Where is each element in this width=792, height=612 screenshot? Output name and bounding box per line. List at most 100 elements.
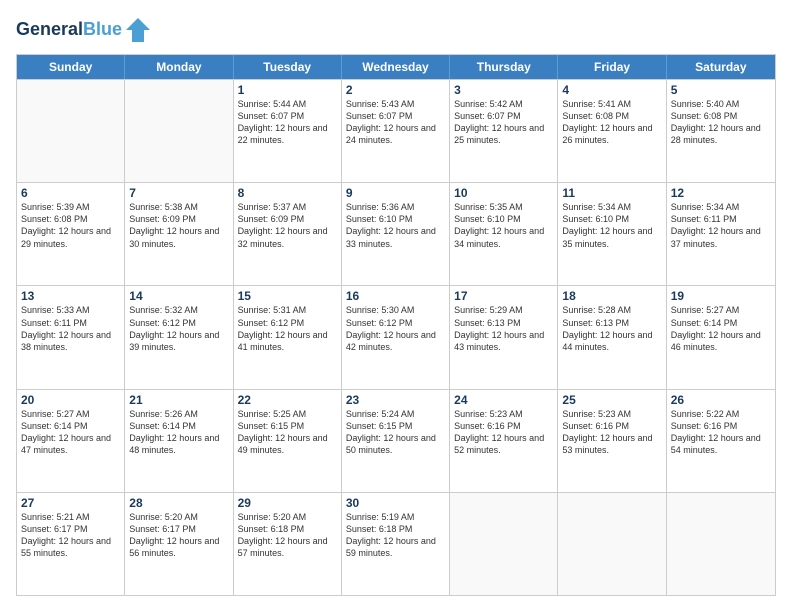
day-number: 18 — [562, 289, 661, 303]
day-number: 20 — [21, 393, 120, 407]
day-number: 19 — [671, 289, 771, 303]
logo-text: GeneralBlue — [16, 20, 122, 40]
day-number: 6 — [21, 186, 120, 200]
calendar-cell — [667, 493, 775, 595]
day-number: 13 — [21, 289, 120, 303]
day-info: Sunrise: 5:35 AM Sunset: 6:10 PM Dayligh… — [454, 201, 553, 250]
calendar-cell: 21Sunrise: 5:26 AM Sunset: 6:14 PM Dayli… — [125, 390, 233, 492]
day-number: 23 — [346, 393, 445, 407]
calendar-cell: 14Sunrise: 5:32 AM Sunset: 6:12 PM Dayli… — [125, 286, 233, 388]
day-info: Sunrise: 5:34 AM Sunset: 6:11 PM Dayligh… — [671, 201, 771, 250]
calendar-cell — [17, 80, 125, 182]
day-info: Sunrise: 5:38 AM Sunset: 6:09 PM Dayligh… — [129, 201, 228, 250]
calendar-cell: 22Sunrise: 5:25 AM Sunset: 6:15 PM Dayli… — [234, 390, 342, 492]
calendar-cell: 1Sunrise: 5:44 AM Sunset: 6:07 PM Daylig… — [234, 80, 342, 182]
day-number: 25 — [562, 393, 661, 407]
day-number: 27 — [21, 496, 120, 510]
day-info: Sunrise: 5:22 AM Sunset: 6:16 PM Dayligh… — [671, 408, 771, 457]
day-info: Sunrise: 5:33 AM Sunset: 6:11 PM Dayligh… — [21, 304, 120, 353]
day-number: 26 — [671, 393, 771, 407]
logo: GeneralBlue — [16, 16, 152, 44]
day-number: 17 — [454, 289, 553, 303]
calendar-cell: 29Sunrise: 5:20 AM Sunset: 6:18 PM Dayli… — [234, 493, 342, 595]
day-info: Sunrise: 5:26 AM Sunset: 6:14 PM Dayligh… — [129, 408, 228, 457]
calendar-cell: 4Sunrise: 5:41 AM Sunset: 6:08 PM Daylig… — [558, 80, 666, 182]
day-number: 3 — [454, 83, 553, 97]
day-info: Sunrise: 5:20 AM Sunset: 6:18 PM Dayligh… — [238, 511, 337, 560]
header-day-friday: Friday — [558, 55, 666, 79]
calendar-cell: 16Sunrise: 5:30 AM Sunset: 6:12 PM Dayli… — [342, 286, 450, 388]
day-info: Sunrise: 5:27 AM Sunset: 6:14 PM Dayligh… — [21, 408, 120, 457]
calendar-cell: 12Sunrise: 5:34 AM Sunset: 6:11 PM Dayli… — [667, 183, 775, 285]
header-day-thursday: Thursday — [450, 55, 558, 79]
calendar-cell: 28Sunrise: 5:20 AM Sunset: 6:17 PM Dayli… — [125, 493, 233, 595]
calendar-week-1: 6Sunrise: 5:39 AM Sunset: 6:08 PM Daylig… — [17, 182, 775, 285]
day-number: 2 — [346, 83, 445, 97]
calendar-body: 1Sunrise: 5:44 AM Sunset: 6:07 PM Daylig… — [17, 79, 775, 595]
calendar-cell — [125, 80, 233, 182]
calendar-cell — [558, 493, 666, 595]
day-number: 24 — [454, 393, 553, 407]
day-info: Sunrise: 5:28 AM Sunset: 6:13 PM Dayligh… — [562, 304, 661, 353]
day-info: Sunrise: 5:37 AM Sunset: 6:09 PM Dayligh… — [238, 201, 337, 250]
calendar: SundayMondayTuesdayWednesdayThursdayFrid… — [16, 54, 776, 596]
calendar-cell: 10Sunrise: 5:35 AM Sunset: 6:10 PM Dayli… — [450, 183, 558, 285]
header: GeneralBlue — [16, 16, 776, 44]
calendar-cell: 8Sunrise: 5:37 AM Sunset: 6:09 PM Daylig… — [234, 183, 342, 285]
day-number: 8 — [238, 186, 337, 200]
day-number: 10 — [454, 186, 553, 200]
day-info: Sunrise: 5:31 AM Sunset: 6:12 PM Dayligh… — [238, 304, 337, 353]
calendar-cell: 18Sunrise: 5:28 AM Sunset: 6:13 PM Dayli… — [558, 286, 666, 388]
day-info: Sunrise: 5:39 AM Sunset: 6:08 PM Dayligh… — [21, 201, 120, 250]
calendar-cell: 24Sunrise: 5:23 AM Sunset: 6:16 PM Dayli… — [450, 390, 558, 492]
header-day-wednesday: Wednesday — [342, 55, 450, 79]
calendar-cell: 19Sunrise: 5:27 AM Sunset: 6:14 PM Dayli… — [667, 286, 775, 388]
header-day-monday: Monday — [125, 55, 233, 79]
day-info: Sunrise: 5:29 AM Sunset: 6:13 PM Dayligh… — [454, 304, 553, 353]
day-info: Sunrise: 5:23 AM Sunset: 6:16 PM Dayligh… — [562, 408, 661, 457]
day-info: Sunrise: 5:23 AM Sunset: 6:16 PM Dayligh… — [454, 408, 553, 457]
header-day-sunday: Sunday — [17, 55, 125, 79]
day-info: Sunrise: 5:40 AM Sunset: 6:08 PM Dayligh… — [671, 98, 771, 147]
calendar-week-2: 13Sunrise: 5:33 AM Sunset: 6:11 PM Dayli… — [17, 285, 775, 388]
day-number: 7 — [129, 186, 228, 200]
day-number: 1 — [238, 83, 337, 97]
day-info: Sunrise: 5:32 AM Sunset: 6:12 PM Dayligh… — [129, 304, 228, 353]
day-info: Sunrise: 5:21 AM Sunset: 6:17 PM Dayligh… — [21, 511, 120, 560]
day-number: 21 — [129, 393, 228, 407]
day-number: 30 — [346, 496, 445, 510]
calendar-cell: 2Sunrise: 5:43 AM Sunset: 6:07 PM Daylig… — [342, 80, 450, 182]
day-number: 9 — [346, 186, 445, 200]
day-info: Sunrise: 5:44 AM Sunset: 6:07 PM Dayligh… — [238, 98, 337, 147]
calendar-cell: 3Sunrise: 5:42 AM Sunset: 6:07 PM Daylig… — [450, 80, 558, 182]
day-info: Sunrise: 5:42 AM Sunset: 6:07 PM Dayligh… — [454, 98, 553, 147]
day-info: Sunrise: 5:27 AM Sunset: 6:14 PM Dayligh… — [671, 304, 771, 353]
calendar-cell: 17Sunrise: 5:29 AM Sunset: 6:13 PM Dayli… — [450, 286, 558, 388]
day-info: Sunrise: 5:41 AM Sunset: 6:08 PM Dayligh… — [562, 98, 661, 147]
calendar-cell — [450, 493, 558, 595]
day-number: 22 — [238, 393, 337, 407]
day-info: Sunrise: 5:43 AM Sunset: 6:07 PM Dayligh… — [346, 98, 445, 147]
day-number: 4 — [562, 83, 661, 97]
day-number: 29 — [238, 496, 337, 510]
day-info: Sunrise: 5:36 AM Sunset: 6:10 PM Dayligh… — [346, 201, 445, 250]
day-info: Sunrise: 5:25 AM Sunset: 6:15 PM Dayligh… — [238, 408, 337, 457]
day-info: Sunrise: 5:20 AM Sunset: 6:17 PM Dayligh… — [129, 511, 228, 560]
calendar-cell: 6Sunrise: 5:39 AM Sunset: 6:08 PM Daylig… — [17, 183, 125, 285]
calendar-week-4: 27Sunrise: 5:21 AM Sunset: 6:17 PM Dayli… — [17, 492, 775, 595]
calendar-cell: 11Sunrise: 5:34 AM Sunset: 6:10 PM Dayli… — [558, 183, 666, 285]
calendar-cell: 7Sunrise: 5:38 AM Sunset: 6:09 PM Daylig… — [125, 183, 233, 285]
page: GeneralBlue SundayMondayTuesdayWednesday… — [0, 0, 792, 612]
day-info: Sunrise: 5:30 AM Sunset: 6:12 PM Dayligh… — [346, 304, 445, 353]
calendar-cell: 26Sunrise: 5:22 AM Sunset: 6:16 PM Dayli… — [667, 390, 775, 492]
calendar-cell: 13Sunrise: 5:33 AM Sunset: 6:11 PM Dayli… — [17, 286, 125, 388]
calendar-week-0: 1Sunrise: 5:44 AM Sunset: 6:07 PM Daylig… — [17, 79, 775, 182]
calendar-header-row: SundayMondayTuesdayWednesdayThursdayFrid… — [17, 55, 775, 79]
day-info: Sunrise: 5:34 AM Sunset: 6:10 PM Dayligh… — [562, 201, 661, 250]
day-number: 12 — [671, 186, 771, 200]
day-number: 5 — [671, 83, 771, 97]
header-day-saturday: Saturday — [667, 55, 775, 79]
logo-icon — [124, 16, 152, 44]
calendar-cell: 15Sunrise: 5:31 AM Sunset: 6:12 PM Dayli… — [234, 286, 342, 388]
day-number: 11 — [562, 186, 661, 200]
